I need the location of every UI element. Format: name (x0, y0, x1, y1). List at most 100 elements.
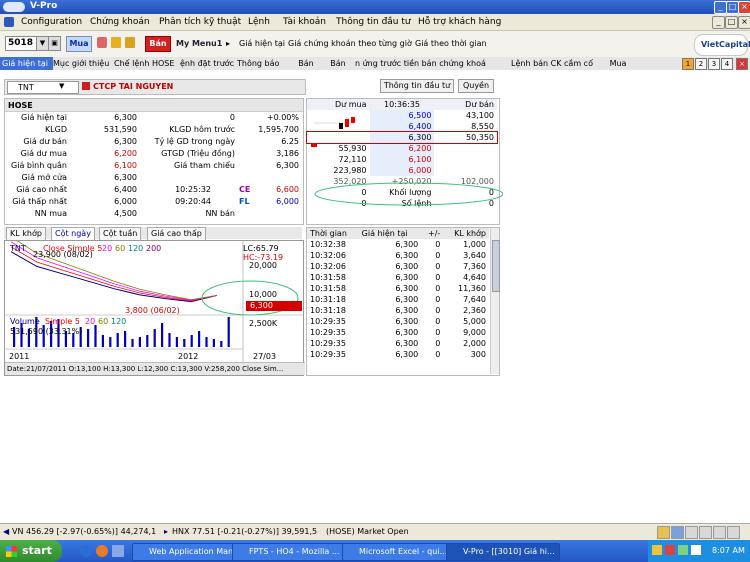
trade-row[interactable]: 10:31:58 6,300 0 4,640 (307, 272, 489, 283)
volume-bar (212, 339, 215, 347)
window-icon[interactable] (713, 526, 726, 539)
tab-hose-orders[interactable]: Chế lệnh HOSE (112, 57, 180, 70)
tab-sell-1[interactable]: Bán (289, 57, 323, 70)
ob-row[interactable]: 72,110 6,100 (307, 154, 497, 165)
link-current-price[interactable]: Giá hiện tại (239, 39, 285, 48)
trade-row[interactable]: 10:31:18 6,300 0 2,360 (307, 305, 489, 316)
ob-row[interactable]: 223,980 6,000 (307, 165, 497, 176)
alert-icon[interactable] (657, 526, 670, 539)
quicklaunch-ie-icon[interactable] (80, 545, 92, 557)
ticker-select[interactable]: TNT (7, 81, 79, 94)
tab-introduction[interactable]: Mục giới thiệu (51, 57, 113, 70)
trade-cell: 6,300 (395, 251, 419, 260)
rights-button[interactable]: Quyền (458, 79, 494, 93)
tray-icon-2[interactable] (665, 545, 675, 555)
trades-scrollbar[interactable] (490, 228, 500, 374)
investment-info-button[interactable]: Thông tin đầu tư (380, 79, 454, 93)
page-4-button[interactable]: 4 (721, 58, 733, 70)
quicklaunch-firefox-icon[interactable] (96, 545, 108, 557)
info-label-8: NN mua (34, 209, 67, 218)
mdi-restore-button[interactable]: □ (725, 16, 738, 29)
task-vpro[interactable]: V-Pro - [[3010] Giá hi... (446, 543, 560, 561)
trade-cell: 0 (435, 306, 441, 315)
trade-cell: 6,300 (395, 328, 419, 337)
menu-account[interactable]: Tài khoản (283, 17, 326, 27)
tray-icon-3[interactable] (678, 545, 688, 555)
tab-sell-2[interactable]: Bán (321, 57, 355, 70)
tab-notifications[interactable]: Thông báo (235, 57, 291, 70)
menu-support[interactable]: Hỗ trợ khách hàng (418, 17, 501, 27)
menu-investment-info[interactable]: Thông tin đầu tư (336, 17, 411, 27)
volume-bar (87, 329, 90, 347)
symbol-lookup-icon[interactable]: ▣ (48, 36, 61, 51)
trade-row[interactable]: 10:32:06 6,300 0 3,640 (307, 250, 489, 261)
mdi-close-button[interactable]: × (738, 16, 750, 29)
mdi-minimize-button[interactable]: _ (712, 16, 725, 29)
trade-cell: 0 (435, 240, 441, 249)
settings-icon[interactable] (685, 526, 698, 539)
brand-text: VietCapital (701, 40, 750, 49)
trade-cell: 10:29:35 (310, 350, 346, 359)
volume-bar (161, 323, 164, 347)
page-3-button[interactable]: 3 (708, 58, 720, 70)
notes-icon[interactable] (111, 37, 121, 48)
tab-daily-column[interactable]: Cột ngày (51, 227, 95, 241)
tab-pledged-sell[interactable]: Lệnh bán CK cầm cố (509, 57, 603, 70)
status-bar: ◀ VN 456.29 [-2.97(-0.65%)] 44,274,1 ▸ H… (0, 523, 750, 541)
chart-low-label: 3,800 (06/02) (125, 306, 180, 315)
buy-button[interactable]: Mua (66, 36, 92, 52)
menu-securities[interactable]: Chứng khoán (90, 17, 150, 27)
trade-row[interactable]: 10:29:35 6,300 0 9,000 (307, 327, 489, 338)
menu-configuration[interactable]: Configuration (21, 17, 82, 27)
tab-current-price[interactable]: Giá hiện tại (0, 57, 53, 70)
help-icon[interactable] (727, 526, 740, 539)
volume-bar (227, 317, 230, 347)
task-excel[interactable]: Microsoft Excel - qui... (342, 543, 456, 561)
trades-scroll-thumb[interactable] (492, 240, 500, 292)
task-firefox[interactable]: FPTS - HO4 - Mozilla ... (232, 543, 352, 561)
task-web-application[interactable]: Web Application Man... (132, 543, 242, 561)
lock-icon[interactable] (699, 526, 712, 539)
trade-row[interactable]: 10:31:18 6,300 0 7,640 (307, 294, 489, 305)
chart-legend-period-60: 60 (115, 244, 126, 253)
quicklaunch-desktop-icon[interactable] (112, 545, 124, 557)
trade-row[interactable]: 10:29:35 6,300 0 5,000 (307, 316, 489, 327)
trade-row[interactable]: 10:29:35 6,300 0 2,000 (307, 338, 489, 349)
page-1-button[interactable]: 1 (682, 58, 694, 70)
menu-orders[interactable]: Lệnh (248, 17, 270, 27)
tray-icon-4[interactable] (691, 545, 701, 555)
close-button[interactable]: × (738, 1, 750, 14)
tab-preset-orders[interactable]: ệnh đặt trước (178, 57, 237, 70)
ob-cell: 6,400 (369, 121, 435, 132)
my-menu1-button[interactable]: My Menu1 (176, 39, 222, 48)
page-2-button[interactable]: 2 (695, 58, 707, 70)
trade-row[interactable]: 10:32:38 6,300 0 1,000 (307, 239, 489, 250)
symbol-code-input[interactable]: 5018 (5, 36, 39, 51)
trade-row[interactable]: 10:29:35 6,300 0 300 (307, 349, 489, 360)
tab-weekly-column[interactable]: Cột tuần (99, 227, 142, 241)
tab-matched-volume[interactable]: KL khớp (6, 227, 46, 241)
trade-cell: 2,360 (463, 306, 486, 315)
trade-row[interactable]: 10:31:58 6,300 0 11,360 (307, 283, 489, 294)
chart-legend-period-20: 20 (102, 244, 113, 253)
sell-button[interactable]: Bán (145, 36, 171, 52)
trades-panel: Thời gian Giá hiện tại +/- KL khớp 10:32… (306, 227, 500, 376)
tab-high-low-price[interactable]: Giá cao thấp (147, 227, 206, 241)
tab-buy[interactable]: Mua (601, 57, 635, 70)
close-tab-button[interactable]: × (736, 58, 748, 70)
tab-advance-payment[interactable]: n ứng trước tiền bán chứng khoá (353, 57, 511, 70)
menu-arrow-icon[interactable]: ▸ (226, 39, 230, 48)
menu-technical-analysis[interactable]: Phân tích kỹ thuật (159, 17, 241, 27)
link-hourly-price[interactable]: Giá chứng khoán theo từng giờ (288, 39, 412, 48)
trade-cell: 6,300 (395, 273, 419, 282)
message-icon[interactable] (671, 526, 684, 539)
status-arrow-icon[interactable]: ◀ (3, 527, 9, 536)
app-menu-icon[interactable] (4, 17, 14, 27)
ticker-dropdown-icon[interactable]: ▼ (59, 82, 64, 90)
info-time-7: 09:20:44 (175, 197, 211, 206)
tray-icon-1[interactable] (652, 545, 662, 555)
transfer-icon[interactable] (97, 37, 107, 48)
portfolio-icon[interactable] (125, 37, 135, 48)
trade-row[interactable]: 10:32:06 6,300 0 7,360 (307, 261, 489, 272)
link-price-by-time[interactable]: Giá theo thời gian (415, 39, 487, 48)
